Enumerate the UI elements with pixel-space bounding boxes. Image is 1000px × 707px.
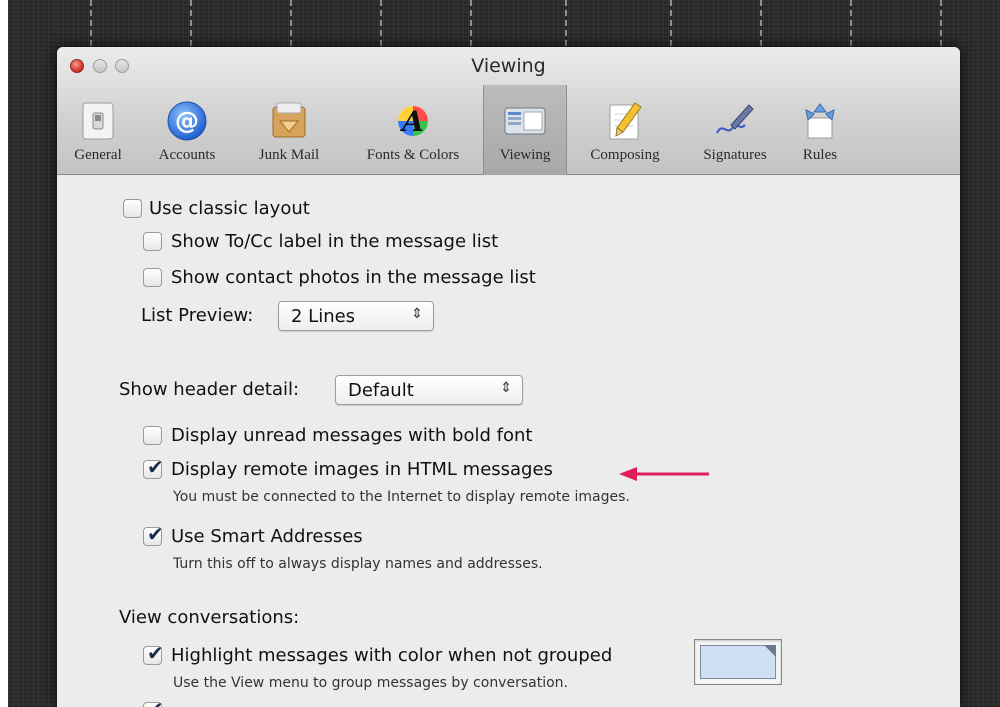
tab-accounts[interactable]: @ Accounts [137, 85, 237, 175]
message-viewer-icon [503, 99, 547, 143]
highlight-color-swatch [700, 645, 776, 679]
checkmark-icon: ✔ [147, 699, 164, 707]
show-contact-photos-checkbox[interactable] [143, 268, 162, 287]
list-preview-popup[interactable]: 2 Lines ⇕ [278, 301, 434, 331]
checkmark-icon: ✔ [147, 455, 164, 479]
tab-accounts-label: Accounts [158, 147, 216, 163]
remote-images-checkbox[interactable]: ✔ [143, 455, 164, 479]
show-tocc-label-checkbox[interactable] [143, 232, 162, 251]
list-preview-label: List Preview: [141, 305, 254, 326]
use-classic-layout-checkbox[interactable] [123, 199, 142, 218]
highlight-messages-hint: Use the View menu to group messages by c… [173, 675, 568, 691]
header-detail-value: Default [348, 380, 414, 401]
checkmark-icon: ✔ [147, 641, 164, 665]
tab-composing-label: Composing [590, 147, 660, 163]
bold-unread-checkbox[interactable] [143, 426, 162, 445]
use-classic-layout-label: Use classic layout [149, 198, 310, 219]
tab-general-label: General [74, 147, 122, 163]
junk-bin-icon [267, 99, 311, 143]
svg-text:A: A [399, 105, 424, 138]
pencil-notepad-icon [603, 99, 647, 143]
preferences-toolbar: General @ Accounts Junk Mail A Fonts & C… [57, 85, 960, 175]
smart-addresses-hint: Turn this off to always display names an… [173, 556, 543, 572]
viewing-preferences-pane: Use classic layout Show To/Cc label in t… [57, 176, 960, 707]
show-header-detail-label: Show header detail: [119, 379, 300, 400]
annotation-arrow-icon [619, 467, 709, 481]
list-preview-value: 2 Lines [291, 306, 356, 327]
up-down-arrows-icon: ⇕ [500, 380, 512, 396]
remote-images-label: Display remote images in HTML messages [171, 459, 553, 480]
tab-fonts-colors-label: Fonts & Colors [366, 147, 460, 163]
bold-unread-label: Display unread messages with bold font [171, 425, 533, 446]
up-down-arrows-icon: ⇕ [411, 306, 423, 322]
show-tocc-label-text: Show To/Cc label in the message list [171, 231, 499, 252]
tab-signatures[interactable]: Signatures [683, 85, 787, 175]
highlight-color-well[interactable] [694, 639, 782, 685]
at-sign-icon: @ [165, 99, 209, 143]
next-option-checkbox[interactable]: ✔ [143, 699, 164, 707]
color-well-corner [764, 645, 776, 657]
preferences-window: Viewing General @ Accounts Junk Mail A F… [57, 47, 960, 707]
tab-viewing[interactable]: Viewing [483, 85, 567, 175]
tab-junk-mail-label: Junk Mail [258, 147, 320, 163]
smart-addresses-label: Use Smart Addresses [171, 526, 363, 547]
tab-composing[interactable]: Composing [569, 85, 681, 175]
header-detail-popup[interactable]: Default ⇕ [335, 375, 523, 405]
tab-rules[interactable]: Rules [789, 85, 851, 175]
tab-general[interactable]: General [59, 85, 137, 175]
signature-pen-icon [713, 99, 757, 143]
view-conversations-heading: View conversations: [119, 607, 300, 628]
highlight-messages-checkbox[interactable]: ✔ [143, 641, 164, 665]
smart-addresses-checkbox[interactable]: ✔ [143, 522, 164, 546]
remote-images-hint: You must be connected to the Internet to… [173, 489, 630, 505]
rules-arrows-icon [798, 99, 842, 143]
light-switch-icon [76, 99, 120, 143]
svg-text:@: @ [175, 107, 199, 135]
highlight-messages-label: Highlight messages with color when not g… [171, 645, 613, 666]
tab-fonts-colors[interactable]: A Fonts & Colors [343, 85, 483, 175]
show-contact-photos-label: Show contact photos in the message list [171, 267, 536, 288]
window-title: Viewing [471, 55, 546, 77]
tab-rules-label: Rules [802, 147, 838, 163]
tab-signatures-label: Signatures [703, 147, 767, 163]
font-color-icon: A [391, 99, 435, 143]
titlebar: Viewing General @ Accounts Junk Mail A F… [57, 47, 960, 175]
tab-junk-mail[interactable]: Junk Mail [237, 85, 341, 175]
checkmark-icon: ✔ [147, 522, 164, 546]
tab-viewing-label: Viewing [499, 147, 551, 163]
